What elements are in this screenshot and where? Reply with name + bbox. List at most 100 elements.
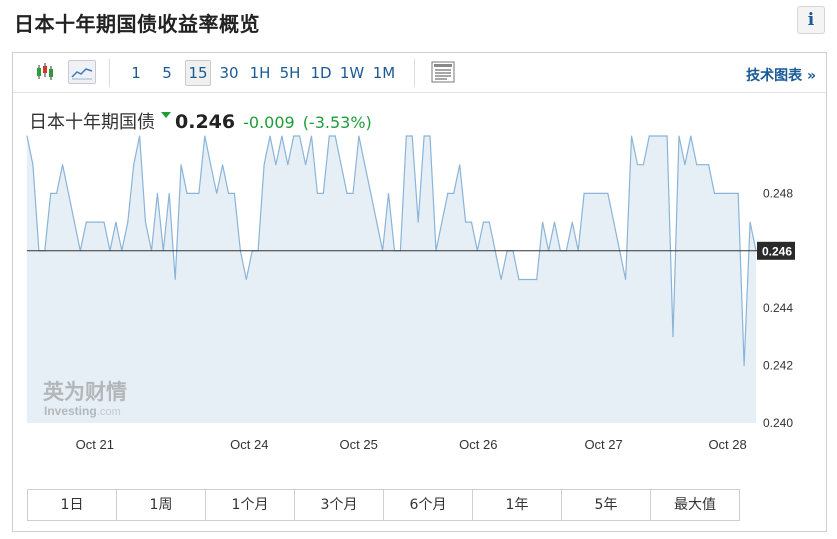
data-point [453, 192, 455, 194]
data-point [174, 278, 176, 281]
data-point [713, 192, 716, 194]
data-point [648, 135, 650, 137]
watermark-suffix: .com [97, 406, 121, 418]
data-point [702, 164, 704, 166]
price-change-percent: (-3.53%) [302, 113, 372, 132]
y-tick-label: 0.244 [763, 301, 793, 315]
data-point [625, 278, 627, 281]
data-point [666, 135, 668, 137]
data-point [299, 135, 301, 137]
range-max[interactable]: 最大值 [651, 490, 739, 520]
down-arrow-icon [161, 112, 171, 118]
quote-header: 日本十年期国债 0.246 -0.009 (-3.53%) [29, 108, 372, 134]
data-point [216, 192, 218, 194]
data-point [482, 221, 484, 223]
y-tick-label: 0.240 [763, 416, 793, 430]
data-point [26, 135, 28, 137]
data-point [275, 164, 277, 166]
data-point [601, 192, 603, 194]
data-point [613, 221, 615, 223]
watermark-en: Investing [44, 404, 97, 418]
data-point [358, 135, 360, 137]
data-point [144, 221, 147, 223]
data-point [660, 135, 662, 137]
range-1-day[interactable]: 1日 [28, 490, 117, 520]
data-point [731, 192, 733, 194]
watermark-cn: 英为财情 [43, 380, 127, 404]
data-point [684, 164, 686, 166]
data-point [310, 135, 313, 137]
data-point [571, 221, 573, 223]
data-point [222, 164, 224, 166]
range-5-years[interactable]: 5年 [562, 490, 651, 520]
data-point [62, 164, 64, 166]
data-point [269, 135, 271, 137]
data-point [470, 221, 473, 223]
data-point [387, 192, 390, 194]
data-point [133, 164, 135, 166]
investing-watermark: 英为财情 Investing .com [43, 380, 127, 418]
data-point [198, 192, 200, 194]
y-tick-label: 0.248 [763, 186, 793, 200]
data-point [465, 221, 467, 223]
data-point [488, 221, 490, 223]
data-point [67, 192, 70, 194]
data-point [328, 135, 330, 137]
data-point [749, 221, 751, 223]
data-point [376, 221, 378, 223]
data-point [180, 164, 182, 166]
data-point [233, 192, 235, 194]
last-price: 0.246 [175, 111, 236, 133]
range-1-month[interactable]: 1个月 [206, 490, 295, 520]
data-point [500, 278, 502, 281]
range-3-months[interactable]: 3个月 [295, 490, 384, 520]
data-point [719, 192, 722, 194]
data-point [553, 221, 556, 223]
page-title: 日本十年期国债收益率概览 [14, 12, 260, 36]
data-point [607, 192, 609, 194]
data-point [50, 192, 52, 194]
data-point [127, 221, 129, 223]
range-1-year[interactable]: 1年 [473, 490, 562, 520]
data-point [583, 192, 585, 194]
data-point [595, 192, 597, 194]
data-point [97, 221, 99, 223]
data-point [429, 135, 431, 137]
data-point [678, 135, 680, 137]
data-point [91, 221, 93, 223]
data-point [73, 221, 75, 223]
data-point [459, 164, 461, 166]
data-point [411, 135, 413, 137]
data-point [518, 278, 520, 281]
info-button[interactable]: i [797, 6, 825, 34]
data-point [322, 192, 324, 194]
data-point [263, 164, 265, 166]
data-point [530, 278, 532, 281]
data-point [642, 164, 645, 166]
data-point [56, 192, 58, 194]
data-point [737, 192, 739, 194]
data-point [405, 135, 407, 137]
data-point [168, 192, 170, 194]
data-point [156, 192, 158, 194]
data-point [352, 192, 354, 194]
data-point [192, 192, 194, 194]
data-point [103, 221, 105, 223]
data-point [630, 135, 633, 137]
data-point [370, 192, 372, 194]
range-6-months[interactable]: 6个月 [384, 490, 473, 520]
data-point [334, 135, 336, 137]
data-point [85, 221, 87, 223]
data-point [32, 164, 34, 166]
range-selector: 1日 1周 1个月 3个月 6个月 1年 5年 最大值 [27, 489, 740, 521]
range-1-week[interactable]: 1周 [117, 490, 206, 520]
last-value-label: 0.246 [762, 244, 792, 258]
data-point [210, 164, 212, 166]
data-point [364, 164, 366, 166]
data-point [346, 192, 348, 194]
price-change: -0.009 [243, 113, 295, 132]
data-point [305, 164, 307, 166]
data-point [417, 221, 419, 223]
data-point [227, 192, 230, 194]
x-tick-label: Oct 28 [708, 437, 746, 452]
